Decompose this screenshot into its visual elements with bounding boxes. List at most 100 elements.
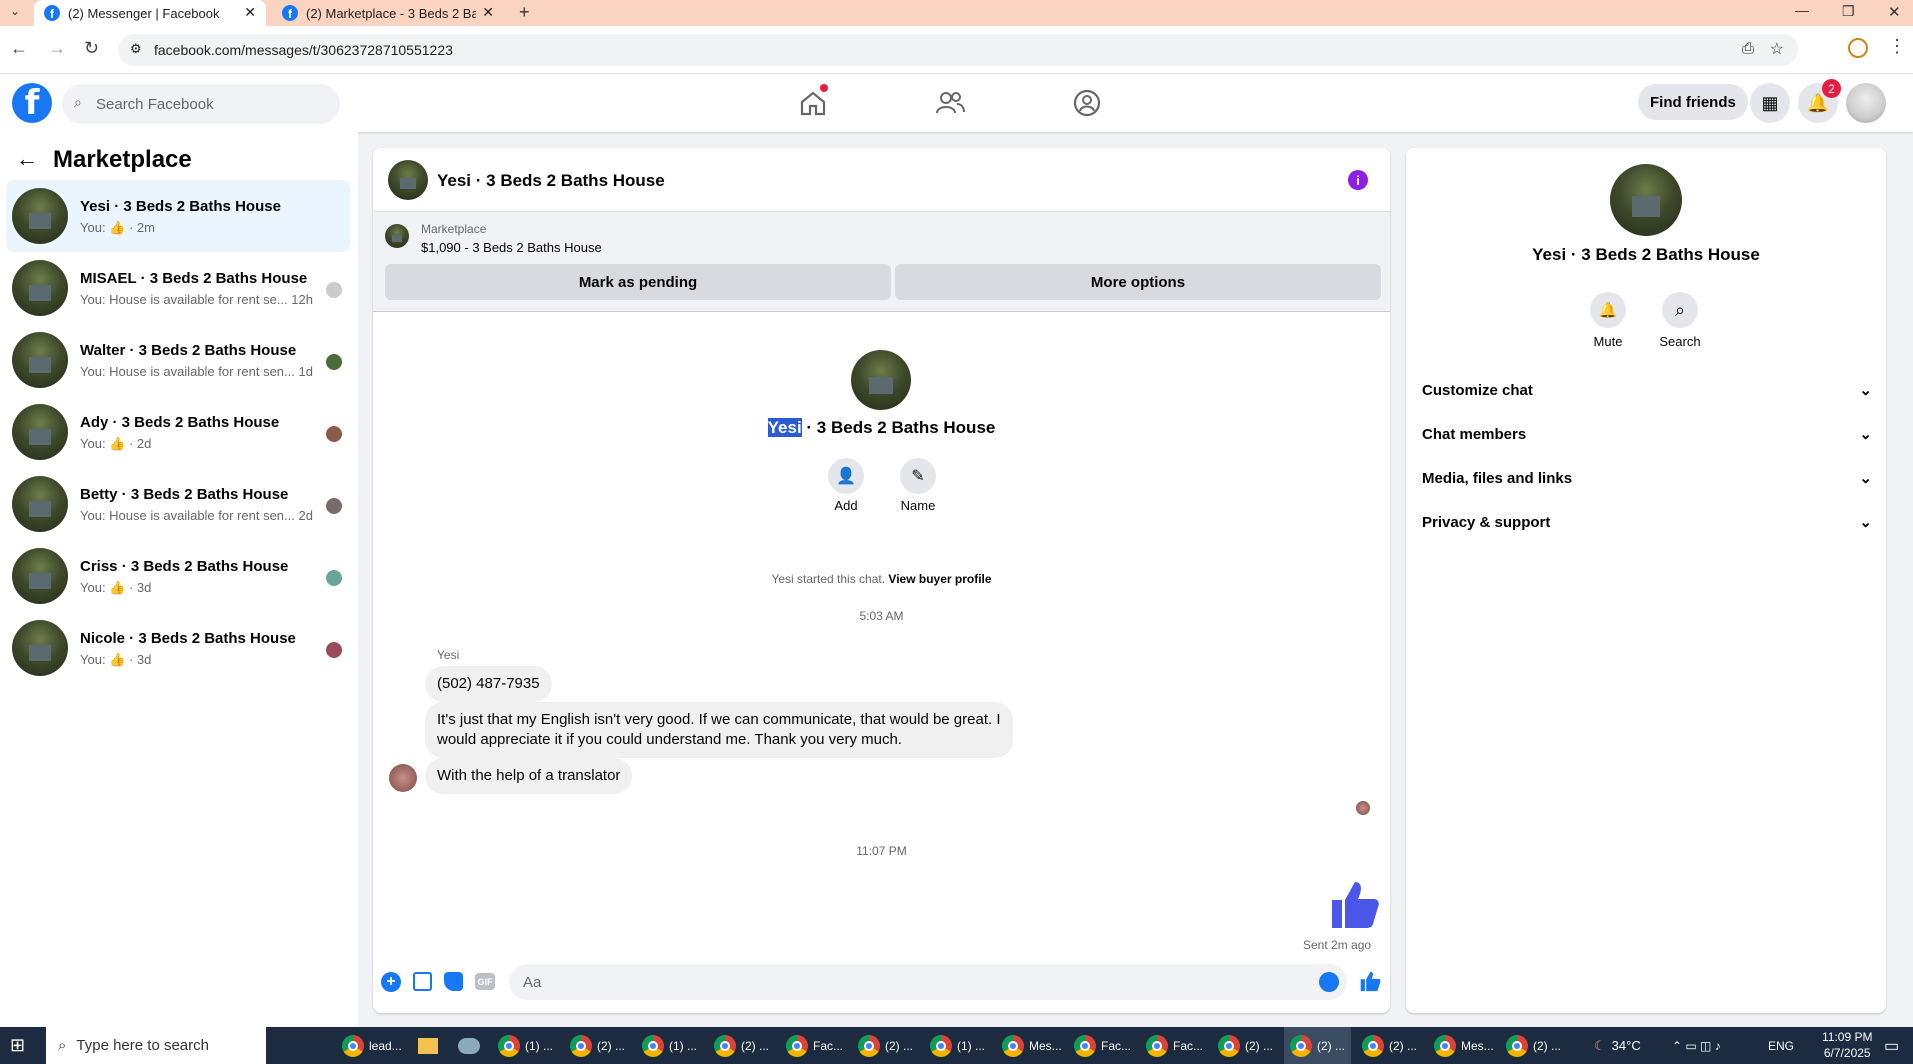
accordion-chat-members[interactable]: Chat members ⌄ (1422, 416, 1872, 452)
site-settings-icon[interactable]: ⚙ (130, 41, 142, 57)
clock[interactable]: 11:09 PM 6/7/2025 (1822, 1029, 1872, 1061)
conversation-item[interactable]: Betty · 3 Beds 2 Baths House You: House … (6, 468, 350, 540)
taskbar-app[interactable]: (2) ... (570, 1027, 625, 1064)
search-chat-button[interactable]: ⌕ (1662, 292, 1698, 328)
tab-list-icon[interactable]: ⌄ (10, 4, 20, 18)
accordion-privacy-support[interactable]: Privacy & support ⌄ (1422, 504, 1872, 540)
conversation-item[interactable]: Criss · 3 Beds 2 Baths House You: 👍 · 3d (6, 540, 350, 612)
tab-messenger[interactable]: f (2) Messenger | Facebook ✕ (34, 0, 266, 26)
listing-detail[interactable]: $1,090 - 3 Beds 2 Baths House (421, 240, 602, 255)
taskbar-app[interactable]: (1) ... (930, 1027, 985, 1064)
menu-grid-button[interactable]: ▦ (1750, 83, 1790, 123)
taskbar-app[interactable]: (2) ... (1506, 1027, 1561, 1064)
listing-thumb[interactable] (385, 224, 409, 248)
conversation-item[interactable]: Ady · 3 Beds 2 Baths House You: 👍 · 2d (6, 396, 350, 468)
taskbar-app[interactable]: (2) ... (714, 1027, 769, 1064)
back-icon[interactable]: ← (10, 38, 28, 59)
language-indicator[interactable]: ENG (1768, 1027, 1794, 1064)
message-bubble[interactable]: It's just that my English isn't very goo… (425, 702, 1013, 758)
like-sticker-icon[interactable] (1328, 878, 1380, 930)
message-bubble[interactable]: (502) 487-7935 (425, 666, 552, 702)
send-like-icon[interactable] (1359, 970, 1381, 992)
minimize-icon[interactable]: — (1795, 2, 1809, 18)
accordion-media-files[interactable]: Media, files and links ⌄ (1422, 460, 1872, 496)
sticker-icon[interactable] (444, 972, 463, 991)
facebook-logo-icon[interactable]: f (12, 83, 52, 123)
chat-title[interactable]: Yesi · 3 Beds 2 Baths House (437, 171, 665, 191)
system-tray-icons[interactable]: ⌃ ▭ ◫ ♪ (1672, 1027, 1721, 1064)
taskbar-app[interactable]: Fac... (1146, 1027, 1203, 1064)
taskbar-search[interactable]: ⌕ Type here to search (46, 1027, 266, 1064)
accordion-customize-chat[interactable]: Customize chat ⌄ (1422, 372, 1872, 408)
seen-avatar-icon (326, 642, 342, 658)
taskbar-app[interactable]: (2) ... (1218, 1027, 1273, 1064)
groups-nav-icon[interactable] (1072, 88, 1102, 118)
reload-icon[interactable]: ↻ (84, 38, 99, 59)
notifications-button[interactable]: 🔔 2 (1798, 79, 1841, 123)
taskbar-app[interactable]: Fac... (1074, 1027, 1131, 1064)
read-receipt-avatar (1356, 801, 1370, 815)
taskbar-app-active[interactable]: (2) ... (1284, 1027, 1352, 1064)
conversation-name: Nicole · 3 Beds 2 Baths House (80, 630, 296, 647)
new-tab-icon[interactable]: + (519, 2, 530, 23)
gif-icon[interactable]: GIF (475, 973, 495, 990)
bookmark-star-icon[interactable]: ☆ (1770, 39, 1784, 59)
conversation-preview: You: 👍 · 3d (80, 652, 152, 667)
search-icon: ⌕ (1674, 299, 1686, 320)
chat-avatar[interactable] (388, 160, 428, 200)
close-window-icon[interactable]: ✕ (1888, 3, 1901, 21)
conversation-preview: You: 👍 · 3d (80, 580, 152, 595)
url-field[interactable]: ⚙ facebook.com/messages/t/30623728710551… (118, 34, 1798, 66)
app-icon[interactable] (458, 1027, 480, 1064)
conversation-item[interactable]: Yesi · 3 Beds 2 Baths House You: 👍 · 2m (6, 180, 350, 252)
conversation-item[interactable]: Walter · 3 Beds 2 Baths House You: House… (6, 324, 350, 396)
conversation-item[interactable]: MISAEL · 3 Beds 2 Baths House You: House… (6, 252, 350, 324)
emoji-icon[interactable] (1319, 972, 1339, 992)
profile-icon[interactable] (1848, 38, 1868, 58)
mark-pending-button[interactable]: Mark as pending (385, 264, 891, 300)
taskbar-app[interactable]: Mes... (1434, 1027, 1494, 1064)
tab-marketplace[interactable]: f (2) Marketplace - 3 Beds 2 Bath ✕ (272, 0, 504, 26)
windows-start-icon[interactable]: ⊞ (10, 1027, 25, 1064)
view-buyer-link[interactable]: View buyer profile (888, 572, 991, 586)
plus-icon[interactable]: + (381, 972, 401, 992)
taskbar-app[interactable]: (1) ... (498, 1027, 553, 1064)
notification-center-icon[interactable]: ▭ (1884, 1027, 1899, 1064)
tab-label: (2) Marketplace - 3 Beds 2 Bath (306, 5, 476, 21)
chrome-icon (642, 1034, 664, 1057)
file-explorer-icon[interactable] (418, 1027, 438, 1064)
message-placeholder: Aa (523, 973, 542, 991)
taskbar-app[interactable]: lead... (342, 1027, 402, 1064)
listing-avatar (12, 548, 68, 604)
install-app-icon[interactable]: ⎙ (1742, 40, 1754, 57)
forward-icon[interactable]: → (48, 38, 66, 59)
message-input[interactable]: Aa (509, 964, 1347, 1000)
conversation-name: Betty · 3 Beds 2 Baths House (80, 486, 289, 503)
chrome-icon (786, 1034, 808, 1057)
account-avatar[interactable] (1846, 83, 1886, 123)
close-tab-icon[interactable]: ✕ (244, 4, 256, 21)
taskbar-app[interactable]: (2) ... (1362, 1027, 1417, 1064)
edit-name-button[interactable]: ✎ (900, 458, 936, 494)
add-person-button[interactable]: 👤 (828, 458, 864, 494)
friends-nav-icon[interactable] (935, 88, 965, 118)
photo-icon[interactable] (413, 972, 432, 991)
weather-widget[interactable]: ☾ 34°C (1594, 1027, 1641, 1064)
sender-avatar[interactable] (389, 764, 417, 792)
find-friends-button[interactable]: Find friends (1638, 84, 1748, 120)
browser-menu-icon[interactable]: ⋮ (1888, 36, 1906, 57)
info-icon[interactable]: i (1348, 170, 1368, 190)
conversation-item[interactable]: Nicole · 3 Beds 2 Baths House You: 👍 · 3… (6, 612, 350, 684)
message-bubble[interactable]: With the help of a translator (425, 758, 633, 794)
close-tab-icon[interactable]: ✕ (482, 4, 494, 21)
taskbar-app[interactable]: (2) ... (858, 1027, 913, 1064)
taskbar-app[interactable]: (1) ... (642, 1027, 697, 1064)
more-options-button[interactable]: More options (895, 264, 1381, 300)
back-arrow-icon[interactable]: ← (16, 146, 38, 172)
mute-button[interactable]: 🔔 (1590, 292, 1626, 328)
taskbar-app[interactable]: Fac... (786, 1027, 843, 1064)
taskbar-app[interactable]: Mes... (1002, 1027, 1062, 1064)
home-nav-icon[interactable] (798, 84, 828, 118)
restore-icon[interactable]: ❐ (1842, 3, 1855, 20)
facebook-search-input[interactable]: ⌕ Search Facebook (62, 84, 340, 124)
